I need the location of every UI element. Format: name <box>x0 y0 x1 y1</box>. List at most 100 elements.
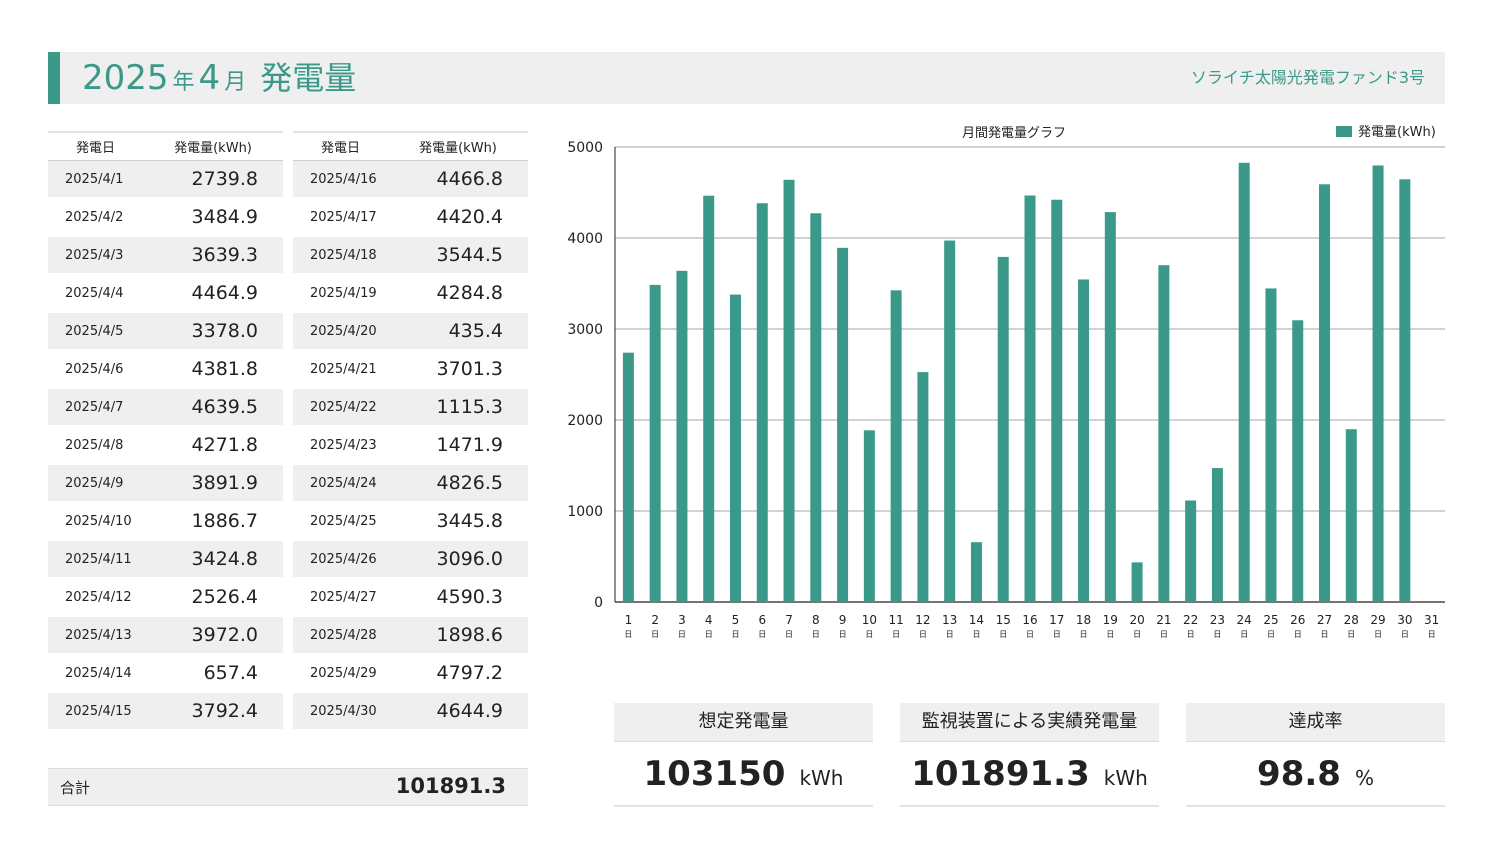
fund-name: ソライチ太陽光発電ファンド3号 <box>1190 68 1425 87</box>
table-row: 2025/4/8 4271.8 <box>48 426 283 465</box>
row-value: 1115.3 <box>388 388 528 427</box>
bar <box>703 195 715 602</box>
x-tick-label: 2 <box>651 613 659 627</box>
y-tick-label: 1000 <box>567 504 603 520</box>
table-row: 2025/4/21 3701.3 <box>293 350 528 389</box>
row-date: 2025/4/29 <box>293 654 388 693</box>
table-row: 2025/4/27 4590.3 <box>293 578 528 617</box>
x-tick-label: 17 <box>1049 613 1064 627</box>
row-date: 2025/4/1 <box>48 160 143 199</box>
x-tick-suffix: 日 <box>1080 630 1088 639</box>
x-tick-suffix: 日 <box>1240 630 1248 639</box>
x-tick-suffix: 日 <box>1267 630 1275 639</box>
x-tick-suffix: 日 <box>999 630 1007 639</box>
x-tick-suffix: 日 <box>892 630 900 639</box>
bar <box>676 270 688 602</box>
bar <box>1292 320 1304 602</box>
table-row: 2025/4/9 3891.9 <box>48 464 283 503</box>
col-header-value: 発電量(kWh) <box>143 131 283 161</box>
table-row: 2025/4/20 435.4 <box>293 312 528 351</box>
summary-expected-label: 想定発電量 <box>614 703 873 742</box>
x-tick-suffix: 日 <box>1213 630 1221 639</box>
bar <box>1345 429 1357 602</box>
x-tick-label: 12 <box>915 613 930 627</box>
row-value: 1471.9 <box>388 426 528 465</box>
x-tick-suffix: 日 <box>812 630 820 639</box>
row-value: 4644.9 <box>388 692 528 731</box>
x-tick-suffix: 日 <box>839 630 847 639</box>
x-tick-suffix: 日 <box>1106 630 1114 639</box>
x-tick-label: 8 <box>812 613 820 627</box>
row-date: 2025/4/16 <box>293 160 388 199</box>
row-date: 2025/4/5 <box>48 312 143 351</box>
col-header-date: 発電日 <box>293 131 388 161</box>
row-date: 2025/4/28 <box>293 616 388 655</box>
row-date: 2025/4/7 <box>48 388 143 427</box>
x-tick-suffix: 日 <box>1347 630 1355 639</box>
row-value: 4420.4 <box>388 198 528 237</box>
x-tick-label: 14 <box>969 613 984 627</box>
table-row: 2025/4/3 3639.3 <box>48 236 283 275</box>
x-tick-suffix: 日 <box>1374 630 1382 639</box>
row-date: 2025/4/25 <box>293 502 388 541</box>
table-row: 2025/4/1 2739.8 <box>48 160 283 199</box>
row-value: 4590.3 <box>388 578 528 617</box>
row-date: 2025/4/26 <box>293 540 388 579</box>
row-date: 2025/4/30 <box>293 692 388 731</box>
bar <box>1399 179 1411 603</box>
x-tick-suffix: 日 <box>1026 630 1034 639</box>
summary-actual-value: 101891.3 <box>911 754 1090 794</box>
bar <box>1104 212 1116 602</box>
x-tick-label: 13 <box>942 613 957 627</box>
row-date: 2025/4/2 <box>48 198 143 237</box>
row-value: 4464.9 <box>143 274 283 313</box>
page-title: 2025 年 4 月発電量 <box>82 57 356 104</box>
legend-swatch <box>1336 126 1352 137</box>
x-tick-label: 10 <box>862 613 877 627</box>
y-tick-label: 3000 <box>567 322 603 338</box>
title-month: 4 <box>198 58 221 98</box>
x-tick-suffix: 日 <box>972 630 980 639</box>
x-tick-label: 1 <box>625 613 633 627</box>
row-value: 3096.0 <box>388 540 528 579</box>
legend-label: 発電量(kWh) <box>1358 125 1436 140</box>
bar <box>1131 562 1143 602</box>
x-tick-label: 3 <box>678 613 686 627</box>
x-tick-label: 9 <box>839 613 847 627</box>
bar <box>1238 162 1250 602</box>
page-header: 2025 年 4 月発電量 ソライチ太陽光発電ファンド3号 <box>48 52 1445 104</box>
bar <box>783 179 795 603</box>
x-tick-suffix: 日 <box>1321 630 1329 639</box>
row-date: 2025/4/19 <box>293 274 388 313</box>
bar <box>622 352 634 602</box>
row-value: 3424.8 <box>143 540 283 579</box>
table-row: 2025/4/4 4464.9 <box>48 274 283 313</box>
row-value: 4797.2 <box>388 654 528 693</box>
x-tick-label: 16 <box>1022 613 1037 627</box>
x-tick-suffix: 日 <box>785 630 793 639</box>
row-date: 2025/4/15 <box>48 692 143 731</box>
summary-achievement-label: 達成率 <box>1186 703 1445 742</box>
row-value: 3445.8 <box>388 502 528 541</box>
row-value: 4271.8 <box>143 426 283 465</box>
row-value: 3972.0 <box>143 616 283 655</box>
row-value: 1886.7 <box>143 502 283 541</box>
x-tick-suffix: 日 <box>865 630 873 639</box>
row-date: 2025/4/3 <box>48 236 143 275</box>
table-row: 2025/4/12 2526.4 <box>48 578 283 617</box>
x-tick-label: 18 <box>1076 613 1091 627</box>
title-month-unit: 月 <box>224 70 247 95</box>
x-tick-suffix: 日 <box>919 630 927 639</box>
x-tick-suffix: 日 <box>1053 630 1061 639</box>
row-date: 2025/4/17 <box>293 198 388 237</box>
row-value: 3891.9 <box>143 464 283 503</box>
x-tick-suffix: 日 <box>731 630 739 639</box>
bar <box>997 256 1009 602</box>
row-date: 2025/4/12 <box>48 578 143 617</box>
bar <box>1024 195 1036 602</box>
bar <box>649 284 661 602</box>
x-tick-suffix: 日 <box>1401 630 1409 639</box>
row-date: 2025/4/20 <box>293 312 388 351</box>
summary-actual: 監視装置による実績発電量 101891.3 kWh <box>900 703 1159 807</box>
row-date: 2025/4/6 <box>48 350 143 389</box>
